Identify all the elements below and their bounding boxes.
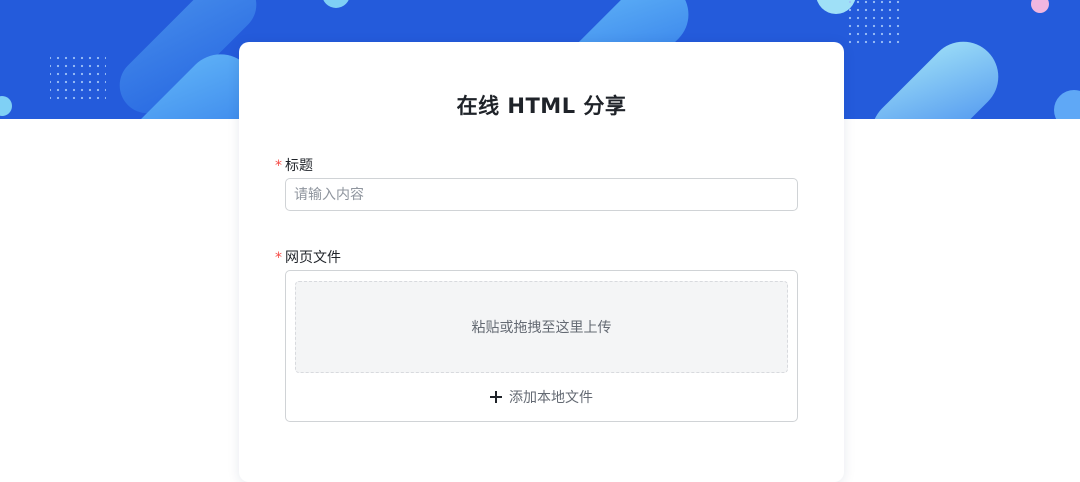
file-upload-box: 粘贴或拖拽至这里上传 添加本地文件 — [285, 270, 798, 422]
share-form-card: 在线 HTML 分享 *标题 *网页文件 粘贴或拖拽至这里上传 添加本地文件 — [239, 42, 844, 482]
file-field-label: * 网页文件 — [275, 247, 341, 267]
plus-icon — [490, 391, 502, 403]
file-dropzone[interactable]: 粘贴或拖拽至这里上传 — [295, 281, 788, 373]
title-field-label: * 标题 — [275, 155, 313, 175]
page-title: 在线 HTML 分享 — [456, 94, 627, 118]
add-local-file-button[interactable]: 添加本地文件 — [286, 387, 797, 407]
dropzone-text: 粘贴或拖拽至这里上传 — [471, 320, 612, 336]
title-input[interactable] — [285, 178, 798, 211]
required-mark: * — [275, 158, 282, 174]
title-label-text: 标题 — [285, 158, 313, 174]
add-local-file-label: 添加本地文件 — [509, 390, 593, 406]
required-mark: * — [275, 250, 282, 266]
file-label-text: 网页文件 — [285, 250, 341, 266]
